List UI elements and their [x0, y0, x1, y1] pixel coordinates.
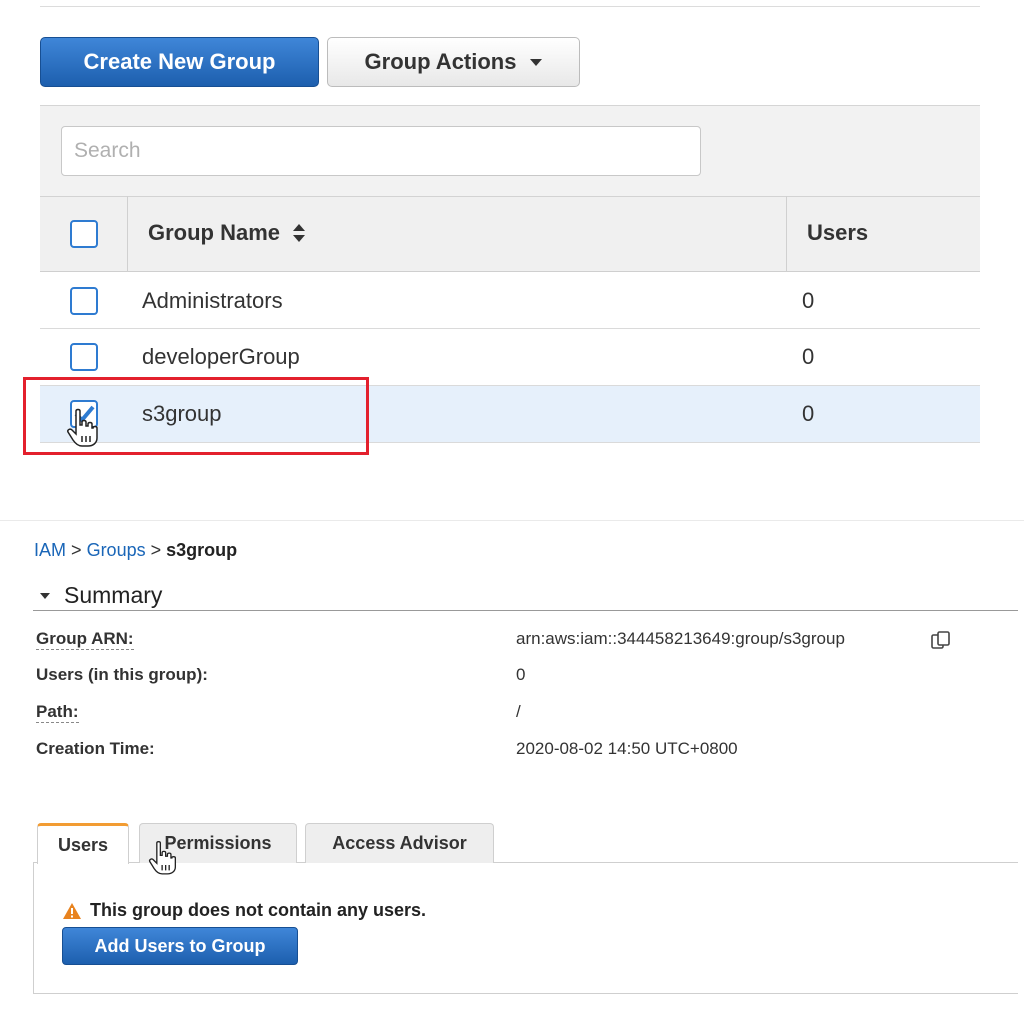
path-value: /	[516, 702, 521, 721]
column-separator	[127, 196, 128, 272]
group-users-cell: 0	[802, 288, 815, 313]
summary-title: Summary	[64, 582, 163, 608]
breadcrumb-iam-link[interactable]: IAM	[34, 540, 66, 560]
summary-section-toggle[interactable]: Summary	[40, 582, 162, 609]
creation-time-label: Creation Time:	[36, 739, 155, 758]
create-new-group-button[interactable]: Create New Group	[40, 37, 319, 87]
users-in-group-value: 0	[516, 665, 526, 684]
search-input[interactable]	[61, 126, 701, 176]
group-arn-value: arn:aws:iam::344458213649:group/s3group	[516, 629, 845, 648]
tab-permissions-label: Permissions	[164, 833, 272, 853]
tab-access-advisor[interactable]: Access Advisor	[305, 823, 494, 863]
users-in-group-label: Users (in this group):	[36, 665, 208, 684]
breadcrumb: IAM > Groups > s3group	[34, 540, 237, 561]
row-checkbox[interactable]	[70, 287, 98, 315]
copy-icon[interactable]	[930, 630, 952, 652]
group-actions-label: Group Actions	[364, 49, 517, 74]
group-users-cell: 0	[802, 401, 815, 426]
column-separator	[786, 196, 787, 272]
path-label: Path:	[36, 702, 79, 723]
sort-icon	[293, 224, 306, 242]
group-arn-label: Group ARN:	[36, 629, 134, 650]
caret-down-icon	[530, 58, 543, 66]
users-header-label: Users	[807, 220, 869, 245]
breadcrumb-groups-link[interactable]: Groups	[87, 540, 146, 560]
breadcrumb-separator: >	[71, 540, 82, 560]
group-name-column-header[interactable]: Group Name	[148, 220, 306, 246]
group-users-cell: 0	[802, 344, 815, 369]
create-new-group-label: Create New Group	[83, 49, 276, 74]
add-users-label: Add Users to Group	[94, 935, 266, 956]
no-users-warning: This group does not contain any users.	[62, 900, 426, 921]
warning-text: This group does not contain any users.	[90, 900, 427, 920]
breadcrumb-current: s3group	[166, 540, 238, 560]
caret-down-icon	[40, 592, 50, 599]
tab-access-advisor-label: Access Advisor	[332, 833, 467, 853]
users-column-header: Users	[807, 220, 868, 246]
summary-divider	[33, 610, 1018, 611]
selection-highlight-box	[23, 377, 369, 455]
creation-time-value: 2020-08-02 14:50 UTC+0800	[516, 739, 738, 758]
tab-users[interactable]: Users	[37, 823, 129, 864]
group-name-cell[interactable]: developerGroup	[142, 344, 300, 370]
top-divider	[40, 6, 980, 7]
add-users-to-group-button[interactable]: Add Users to Group	[62, 927, 298, 965]
tab-users-label: Users	[57, 834, 109, 855]
group-name-header-label: Group Name	[148, 220, 281, 245]
row-checkbox[interactable]	[70, 343, 98, 371]
select-all-checkbox[interactable]	[70, 220, 98, 248]
group-name-cell[interactable]: Administrators	[142, 288, 283, 314]
breadcrumb-separator: >	[150, 540, 162, 560]
warning-icon	[63, 902, 81, 919]
group-actions-button[interactable]: Group Actions	[327, 37, 580, 87]
